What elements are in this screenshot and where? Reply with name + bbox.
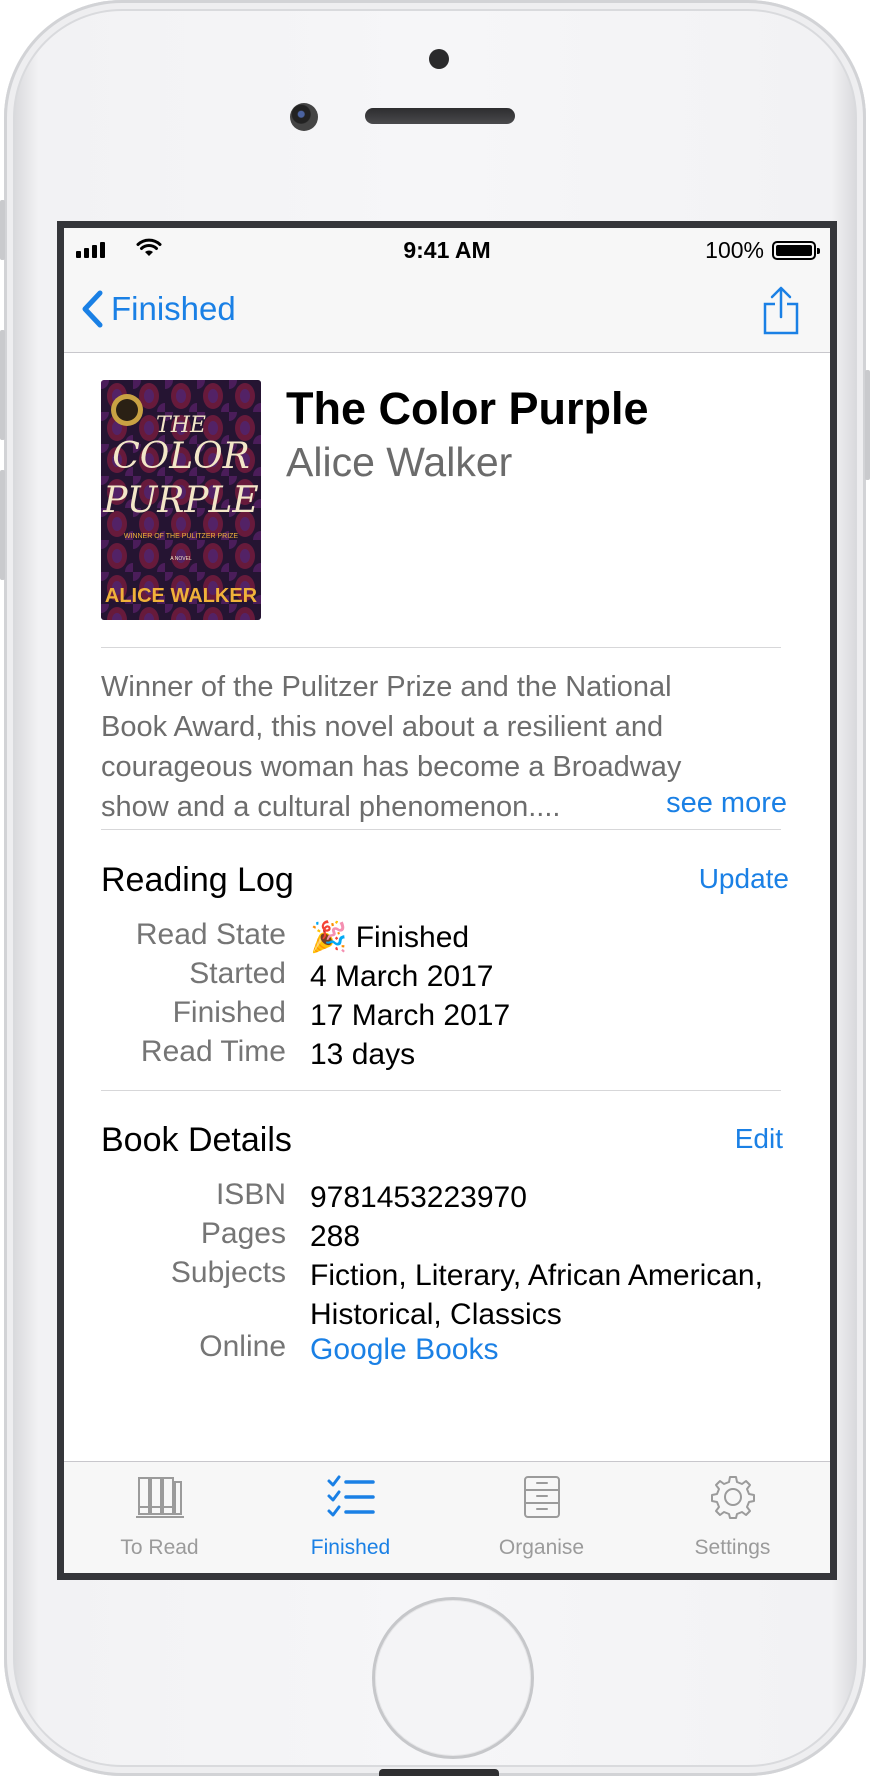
battery-icon — [772, 241, 820, 260]
phone-frame: 9:41 AM 100% Finished THE COLOR PURPLE W… — [0, 0, 870, 1776]
back-button[interactable]: Finished — [81, 290, 236, 328]
mute-switch — [0, 200, 5, 260]
status-bar: 9:41 AM 100% — [64, 228, 830, 272]
tab-finished[interactable]: Finished — [255, 1462, 446, 1573]
cover-subtitle: A NOVEL — [170, 556, 192, 562]
navigation-bar: Finished — [64, 272, 830, 353]
edit-button[interactable]: Edit — [735, 1123, 783, 1155]
tab-label: To Read — [120, 1536, 199, 1559]
row-value: 9781453223970 — [310, 1181, 527, 1214]
bookshelf-icon — [135, 1477, 184, 1518]
description-line: Book Award, this novel about a resilient… — [101, 711, 664, 743]
book-cover-image: THE COLOR PURPLE WINNER OF THE PULITZER … — [101, 380, 261, 620]
row-label: Online — [199, 1330, 286, 1363]
power-button — [865, 370, 870, 480]
gear-icon — [710, 1476, 755, 1519]
tab-label: Settings — [694, 1536, 771, 1559]
earpiece-speaker — [365, 108, 515, 124]
share-icon[interactable] — [762, 286, 800, 336]
front-camera — [290, 103, 318, 131]
row-label: Started — [189, 957, 286, 990]
row-value: 13 days — [310, 1038, 416, 1071]
book-author: Alice Walker — [286, 439, 513, 485]
row-label: ISBN — [215, 1178, 286, 1211]
home-button[interactable] — [372, 1597, 534, 1759]
description-line: courageous woman has become a Broadway — [101, 751, 682, 783]
row-label: Read Time — [140, 1035, 286, 1068]
screen: 9:41 AM 100% Finished THE COLOR PURPLE W… — [57, 221, 837, 1580]
volume-up-button — [0, 330, 5, 440]
book-title: The Color Purple — [286, 383, 649, 434]
reading-log-title: Reading Log — [101, 861, 294, 899]
description-line: Winner of the Pulitzer Prize and the Nat… — [101, 671, 672, 703]
divider — [101, 829, 781, 830]
back-button-label: Finished — [111, 290, 236, 327]
lightning-port — [379, 1769, 499, 1776]
update-button[interactable]: Update — [699, 863, 789, 895]
tab-bar: To Read Finished Organise Settings — [64, 1461, 830, 1573]
row-value: 288 — [310, 1220, 361, 1253]
see-more-button[interactable]: see more — [648, 787, 787, 820]
divider — [101, 647, 781, 648]
cover-title-line1: THE — [156, 413, 206, 438]
tab-organise[interactable]: Organise — [446, 1462, 637, 1573]
row-value: 🎉 Finished — [310, 921, 470, 954]
cover-title-line2: COLOR — [112, 436, 250, 477]
chevron-left-icon — [82, 290, 103, 328]
cover-tagline: WINNER OF THE PULITZER PRIZE — [124, 533, 239, 540]
battery-percent: 100% — [705, 237, 764, 263]
tab-settings[interactable]: Settings — [637, 1462, 828, 1573]
cabinet-icon — [523, 1476, 560, 1518]
cover-author: ALICE WALKER — [105, 585, 258, 607]
row-value: 17 March 2017 — [310, 999, 511, 1032]
row-label: Finished — [172, 996, 286, 1029]
book-detail-content: THE COLOR PURPLE WINNER OF THE PULITZER … — [64, 353, 830, 1461]
proximity-sensor — [429, 49, 449, 69]
volume-down-button — [0, 470, 5, 580]
tab-to-read[interactable]: To Read — [64, 1462, 255, 1573]
row-value: Fiction, Literary, African American, His… — [310, 1259, 763, 1331]
checklist-icon — [327, 1475, 375, 1517]
tab-label: Finished — [310, 1536, 391, 1559]
divider — [101, 1090, 781, 1091]
cover-artwork: THE COLOR PURPLE WINNER OF THE PULITZER … — [101, 380, 261, 620]
row-label: Subjects — [170, 1256, 286, 1289]
tab-label: Organise — [498, 1536, 585, 1559]
google-books-link[interactable]: Google Books — [310, 1330, 810, 1369]
book-details-title: Book Details — [101, 1121, 292, 1159]
row-value: 4 March 2017 — [310, 960, 494, 993]
row-label: Pages — [200, 1217, 286, 1250]
cover-title-line3: PURPLE — [102, 480, 258, 521]
row-label: Read State — [135, 918, 286, 951]
